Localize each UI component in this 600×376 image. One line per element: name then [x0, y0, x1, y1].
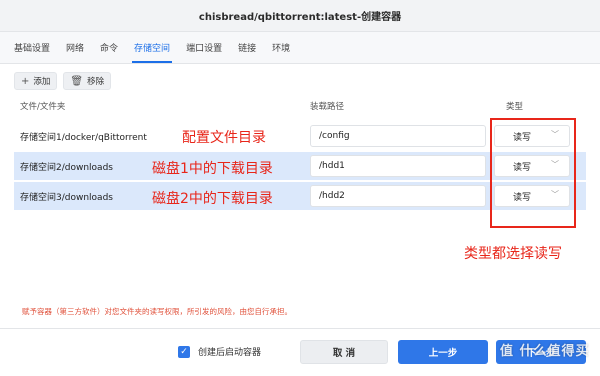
annotation-type-note: 类型都选择读写: [464, 246, 562, 262]
risk-disclaimer: 赋予容器（第三方软件）对您文件夹的读写权限，所引发的风险，由您自行承担。: [22, 307, 292, 316]
add-button[interactable]: + 添加: [14, 72, 58, 90]
check-icon: ✓: [180, 347, 188, 357]
trash-icon: 🗑: [70, 75, 84, 87]
tab-environment[interactable]: 环境: [264, 32, 298, 63]
tab-storage[interactable]: 存储空间: [126, 32, 178, 63]
annotation-highlight-box: [490, 118, 576, 228]
column-header-type: 类型: [506, 102, 524, 112]
mount-path-input[interactable]: /hdd2: [310, 185, 486, 207]
folder-path: 存储空间3/downloads: [20, 192, 113, 203]
remove-button[interactable]: 🗑 移除: [63, 72, 112, 90]
mount-path-input[interactable]: /hdd1: [310, 155, 486, 177]
storage-toolbar: + 添加 🗑 移除: [14, 72, 112, 90]
tab-links[interactable]: 链接: [230, 32, 264, 63]
tab-command[interactable]: 命令: [92, 32, 126, 63]
folder-path: 存储空间1/docker/qBittorrent: [20, 132, 147, 143]
column-header-mount: 装载路径: [310, 102, 345, 112]
mount-path-input[interactable]: /config: [310, 125, 486, 147]
remove-button-label: 移除: [87, 77, 105, 87]
window-title: chisbread/qbittorrent:latest-创建容器: [198, 12, 402, 23]
plus-icon: +: [21, 75, 30, 87]
title-bar: chisbread/qbittorrent:latest-创建容器: [0, 0, 600, 32]
column-header-folder: 文件/文件夹: [20, 102, 66, 112]
annotation-config-dir: 配置文件目录: [182, 130, 266, 146]
autostart-checkbox[interactable]: ✓: [178, 346, 190, 358]
tab-ports[interactable]: 端口设置: [178, 32, 230, 63]
watermark: 值 什么值得买: [500, 344, 590, 359]
tab-basic-settings[interactable]: 基础设置: [6, 32, 58, 63]
tab-network[interactable]: 网络: [58, 32, 92, 63]
autostart-label: 创建后启动容器: [198, 348, 262, 358]
previous-button[interactable]: 上一步: [398, 340, 488, 364]
add-button-label: 添加: [33, 77, 51, 87]
folder-path: 存储空间2/downloads: [20, 162, 113, 173]
tab-bar: 基础设置 网络 命令 存储空间 端口设置 链接 环境: [0, 32, 600, 64]
cancel-button[interactable]: 取 消: [300, 340, 388, 364]
annotation-disk1-dir: 磁盘1中的下载目录: [152, 161, 273, 177]
annotation-disk2-dir: 磁盘2中的下载目录: [152, 191, 273, 207]
